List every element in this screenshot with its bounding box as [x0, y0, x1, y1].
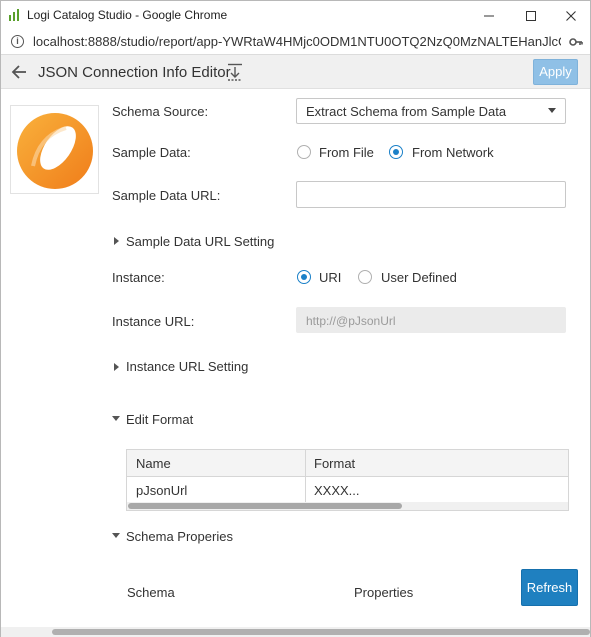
- instance-url-setting-toggle[interactable]: Instance URL Setting: [126, 359, 248, 374]
- column-separator: [305, 450, 306, 502]
- sample-data-label: Sample Data:: [112, 145, 191, 160]
- schema-properties-toggle[interactable]: Schema Properies: [126, 529, 233, 544]
- instance-url-value: http://@pJsonUrl: [306, 314, 396, 328]
- minimize-icon[interactable]: [466, 1, 512, 29]
- back-arrow-icon[interactable]: [9, 62, 29, 82]
- format-grid: Name Format pJsonUrl XXXX...: [126, 449, 569, 511]
- expand-arrow-icon[interactable]: [114, 237, 119, 245]
- browser-window: Logi Catalog Studio - Google Chrome i lo…: [0, 0, 591, 637]
- properties-label: Properties: [354, 585, 414, 600]
- from-file-radio[interactable]: [297, 145, 311, 159]
- from-network-label[interactable]: From Network: [412, 145, 494, 160]
- chevron-down-icon: [548, 108, 556, 113]
- json-logo: [10, 105, 99, 194]
- schema-source-value: Extract Schema from Sample Data: [306, 104, 507, 119]
- column-header-format[interactable]: Format: [314, 456, 355, 471]
- address-bar: i localhost:8888/studio/report/app-YWRta…: [1, 29, 590, 55]
- user-defined-radio[interactable]: [358, 270, 372, 284]
- editor-toolbar: JSON Connection Info Editor Apply: [1, 55, 590, 89]
- sample-data-url-label: Sample Data URL:: [112, 188, 221, 203]
- user-defined-label[interactable]: User Defined: [381, 270, 457, 285]
- apply-button[interactable]: Apply: [533, 59, 578, 85]
- page-horizontal-scrollbar[interactable]: [1, 627, 590, 637]
- from-network-radio[interactable]: [389, 145, 403, 159]
- sample-data-url-input[interactable]: [296, 181, 566, 208]
- sample-data-url-setting-toggle[interactable]: Sample Data URL Setting: [126, 234, 274, 249]
- collapse-arrow-icon[interactable]: [112, 416, 120, 421]
- refresh-button[interactable]: Refresh: [521, 569, 578, 606]
- key-icon[interactable]: [569, 35, 583, 49]
- app-logo-icon: [9, 9, 21, 21]
- grid-cell-name[interactable]: pJsonUrl: [136, 483, 187, 498]
- edit-format-toggle[interactable]: Edit Format: [126, 412, 193, 427]
- grid-cell-format[interactable]: XXXX...: [314, 483, 360, 498]
- schema-label: Schema: [127, 585, 175, 600]
- download-icon[interactable]: [227, 63, 243, 81]
- title-bar: Logi Catalog Studio - Google Chrome: [1, 1, 590, 29]
- column-header-name[interactable]: Name: [136, 456, 171, 471]
- window-title: Logi Catalog Studio - Google Chrome: [27, 8, 228, 22]
- uri-label[interactable]: URI: [319, 270, 341, 285]
- collapse-arrow-icon[interactable]: [112, 533, 120, 538]
- instance-url-label: Instance URL:: [112, 314, 195, 329]
- page-title: JSON Connection Info Editor: [38, 64, 231, 81]
- instance-url-input: http://@pJsonUrl: [296, 307, 566, 333]
- schema-source-label: Schema Source:: [112, 104, 209, 119]
- expand-arrow-icon[interactable]: [114, 363, 119, 371]
- page-scroll-thumb[interactable]: [52, 629, 590, 635]
- json-logo-icon: [17, 113, 93, 189]
- url-text[interactable]: localhost:8888/studio/report/app-YWRtaW4…: [33, 34, 561, 49]
- from-file-label[interactable]: From File: [319, 145, 374, 160]
- grid-horizontal-scrollbar[interactable]: [127, 502, 568, 510]
- grid-scroll-thumb[interactable]: [128, 503, 402, 509]
- instance-label: Instance:: [112, 270, 165, 285]
- info-icon[interactable]: i: [11, 35, 24, 48]
- schema-source-select[interactable]: Extract Schema from Sample Data: [296, 98, 566, 124]
- uri-radio[interactable]: [297, 270, 311, 284]
- close-icon[interactable]: [548, 1, 591, 29]
